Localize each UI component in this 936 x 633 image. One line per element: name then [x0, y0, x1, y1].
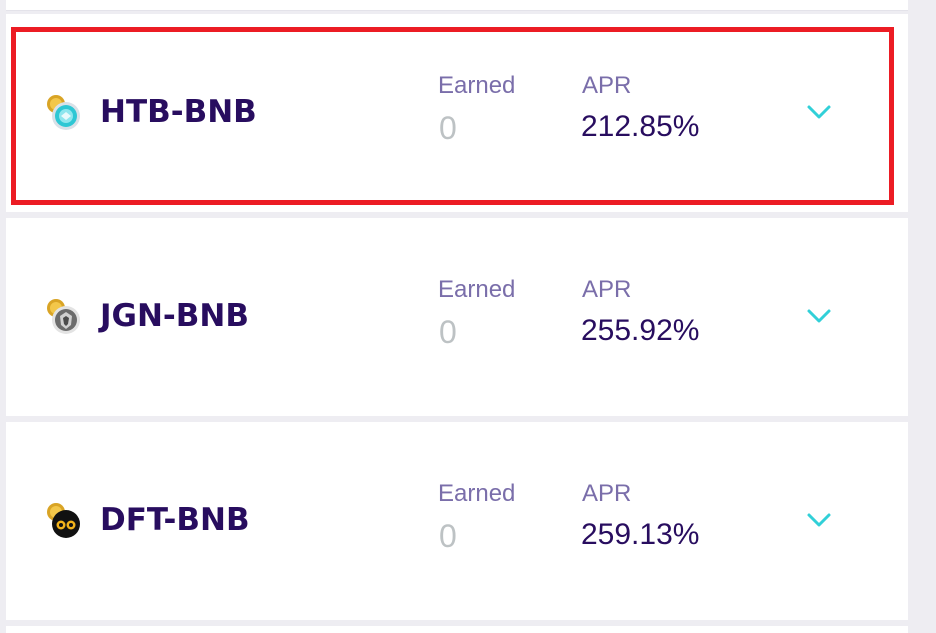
earned-label: Earned	[438, 72, 516, 99]
dft-token-icon	[47, 503, 80, 538]
apr-label: APR	[582, 72, 632, 99]
apr-label: APR	[582, 276, 632, 303]
previous-farm-row-edge	[6, 0, 908, 11]
next-farm-row-edge	[6, 626, 908, 633]
pair-name: HTB-BNB	[100, 94, 257, 130]
apr-label: APR	[582, 480, 632, 507]
apr-value: 255.92%	[581, 314, 700, 347]
apr-value: 212.85%	[581, 110, 700, 143]
htb-token-icon	[47, 95, 80, 130]
pair-name: DFT-BNB	[100, 502, 250, 538]
chevron-down-icon[interactable]	[804, 510, 834, 530]
earned-value: 0	[439, 314, 457, 350]
farm-list: HTB-BNB Earned 0 APR 212.85% JGN-BNB Ear…	[6, 0, 908, 633]
chevron-down-icon[interactable]	[804, 102, 834, 122]
earned-value: 0	[439, 518, 457, 554]
earned-label: Earned	[438, 276, 516, 303]
farm-row-dft-bnb[interactable]: DFT-BNB Earned 0 APR 259.13%	[6, 422, 908, 620]
apr-value: 259.13%	[581, 518, 700, 551]
pair-name: JGN-BNB	[100, 298, 249, 334]
earned-label: Earned	[438, 480, 516, 507]
chevron-down-icon[interactable]	[804, 306, 834, 326]
earned-value: 0	[439, 110, 457, 146]
farm-row-jgn-bnb[interactable]: JGN-BNB Earned 0 APR 255.92%	[6, 218, 908, 416]
farm-row-htb-bnb[interactable]: HTB-BNB Earned 0 APR 212.85%	[6, 14, 908, 212]
jgn-token-icon	[47, 299, 80, 334]
